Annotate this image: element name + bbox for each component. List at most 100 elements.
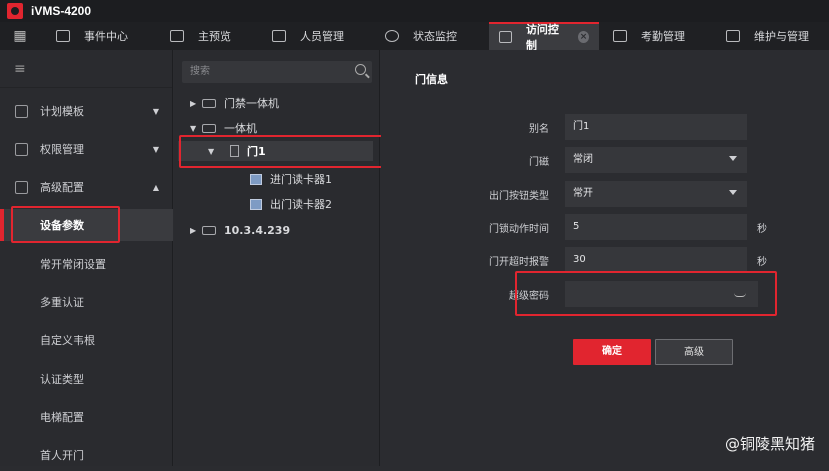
dropdown-arrow-icon <box>729 190 737 195</box>
tab-maintenance[interactable]: 维护与管理 <box>716 22 819 50</box>
field-label: 出门按钮类型 <box>381 187 565 202</box>
tree-node-device[interactable]: ▶ 门禁一体机 <box>190 93 279 113</box>
expand-down-icon[interactable]: ▼ <box>190 124 202 133</box>
monitor-icon <box>385 30 399 42</box>
field-super-password: 超级密码 <box>381 281 758 307</box>
field-label: 超级密码 <box>381 287 565 302</box>
unit-label: 秒 <box>757 253 767 268</box>
field-door-contact: 门磁 常闭 <box>381 147 747 173</box>
expand-right-icon[interactable]: ▶ <box>190 99 202 108</box>
sidebar-item-multi-auth[interactable]: 多重认证 <box>0 286 173 318</box>
sidebar-item-open-close-setting[interactable]: 常开常闭设置 <box>0 248 173 280</box>
bell-icon <box>56 30 70 42</box>
tree-node-label: 10.3.4.239 <box>224 224 290 237</box>
door-contact-select[interactable]: 常闭 <box>565 147 747 173</box>
open-timeout-input[interactable]: 30 <box>565 247 747 273</box>
chevron-up-icon: ▲ <box>153 183 159 192</box>
card-reader-icon <box>250 199 262 210</box>
sidebar-item-label: 设备参数 <box>40 217 84 233</box>
tree-node-label: 门禁一体机 <box>224 95 279 111</box>
device-icon <box>202 124 216 133</box>
tab-access-control[interactable]: 访问控制 × <box>489 22 599 50</box>
field-alias: 别名 门1 <box>381 114 747 140</box>
exit-button-type-select[interactable]: 常开 <box>565 181 747 207</box>
ok-button[interactable]: 确定 <box>573 339 651 365</box>
main-menu-bar: ▦ 事件中心 主预览 人员管理 状态监控 访问控制 × 考勤管理 维护与管理 <box>0 22 829 50</box>
sidebar-item-label: 首人开门 <box>40 447 84 463</box>
search-input[interactable]: 搜索 <box>182 61 372 83</box>
sidebar-group-label: 权限管理 <box>40 141 84 157</box>
tab-status-monitor[interactable]: 状态监控 <box>375 22 467 50</box>
door-icon <box>230 145 239 157</box>
super-password-input[interactable] <box>565 281 758 307</box>
tab-label: 访问控制 <box>526 21 566 53</box>
field-label: 门磁 <box>381 153 565 168</box>
title-bar: iVMS-4200 <box>0 0 829 22</box>
tab-event-center[interactable]: 事件中心 <box>46 22 138 50</box>
field-label: 门锁动作时间 <box>381 220 565 235</box>
app-title: iVMS-4200 <box>31 4 91 18</box>
sidebar-item-device-params[interactable]: 设备参数 <box>0 209 173 241</box>
expand-down-icon[interactable]: ▼ <box>208 147 220 156</box>
sidebar-group-advanced-config[interactable]: 高级配置 ▲ <box>0 172 173 202</box>
sidebar-group-label: 计划模板 <box>40 103 84 119</box>
tab-attendance[interactable]: 考勤管理 <box>603 22 695 50</box>
field-lock-action-time: 门锁动作时间 5 秒 <box>381 214 767 240</box>
sidebar-item-label: 自定义韦根 <box>40 332 95 348</box>
tab-label: 考勤管理 <box>641 28 685 44</box>
tools-icon <box>726 30 740 42</box>
search-icon[interactable] <box>355 64 366 75</box>
sidebar-group-label: 高级配置 <box>40 179 84 195</box>
field-label: 门开超时报警 <box>381 253 565 268</box>
tree-node-device[interactable]: ▼ 一体机 <box>190 118 257 138</box>
person-icon <box>272 30 286 42</box>
unit-label: 秒 <box>757 220 767 235</box>
sidebar-item-label: 常开常闭设置 <box>40 256 106 272</box>
field-label: 别名 <box>381 120 565 135</box>
tree-node-reader[interactable]: 进门读卡器1 <box>250 169 332 189</box>
sidebar-item-first-person-open[interactable]: 首人开门 <box>0 439 173 471</box>
sidebar-group-schedule-template[interactable]: 计划模板 ▼ <box>0 96 173 126</box>
tab-main-preview[interactable]: 主预览 <box>160 22 241 50</box>
lock-action-time-input[interactable]: 5 <box>565 214 747 240</box>
advanced-button[interactable]: 高级 <box>655 339 733 365</box>
tab-label: 事件中心 <box>84 28 128 44</box>
dropdown-arrow-icon <box>729 156 737 161</box>
camera-icon <box>170 30 184 42</box>
tree-node-device[interactable]: ▶ 10.3.4.239 <box>190 220 290 240</box>
chevron-down-icon: ▼ <box>153 107 159 116</box>
select-value: 常闭 <box>573 154 593 165</box>
alias-input[interactable]: 门1 <box>565 114 747 140</box>
sidebar-item-label: 多重认证 <box>40 294 84 310</box>
hide-password-icon[interactable] <box>734 293 746 297</box>
close-tab-icon[interactable]: × <box>578 31 589 43</box>
tree-node-label: 门1 <box>247 143 266 159</box>
device-icon <box>202 99 216 108</box>
template-icon <box>15 105 28 118</box>
tree-node-reader[interactable]: 出门读卡器2 <box>250 194 332 214</box>
chevron-down-icon: ▼ <box>153 145 159 154</box>
tab-label: 状态监控 <box>413 28 457 44</box>
select-value: 常开 <box>573 188 593 199</box>
door-info-panel: 门信息 别名 门1 门磁 常闭 出门按钮类型 常开 门锁动作时间 5 秒 门开超… <box>381 50 829 466</box>
section-title: 门信息 <box>415 71 448 87</box>
sidebar-item-custom-wiegand[interactable]: 自定义韦根 <box>0 324 173 356</box>
tab-person-management[interactable]: 人员管理 <box>262 22 354 50</box>
tree-node-label: 进门读卡器1 <box>270 171 332 187</box>
sidebar-item-label: 电梯配置 <box>40 409 84 425</box>
tree-node-door[interactable]: ▼ 门1 <box>178 141 373 161</box>
expand-right-icon[interactable]: ▶ <box>190 226 202 235</box>
tab-label: 主预览 <box>198 28 231 44</box>
grid-menu-icon[interactable]: ▦ <box>0 22 40 50</box>
sidebar-item-elevator-config[interactable]: 电梯配置 <box>0 401 173 433</box>
field-open-timeout-alarm: 门开超时报警 30 秒 <box>381 247 767 273</box>
sidebar-item-auth-type[interactable]: 认证类型 <box>0 363 173 395</box>
field-exit-button-type: 出门按钮类型 常开 <box>381 181 747 207</box>
sidebar-group-permission[interactable]: 权限管理 ▼ <box>0 134 173 164</box>
sidebar-item-label: 认证类型 <box>40 371 84 387</box>
tab-label: 维护与管理 <box>754 28 809 44</box>
watermark: @铜陵黑知猪 <box>725 433 815 454</box>
calendar-icon <box>613 30 627 42</box>
sidebar: ≡ 计划模板 ▼ 权限管理 ▼ 高级配置 ▲ 设备参数 常开常闭设置 多重认证 … <box>0 50 173 466</box>
hamburger-menu-icon[interactable]: ≡ <box>0 50 172 88</box>
